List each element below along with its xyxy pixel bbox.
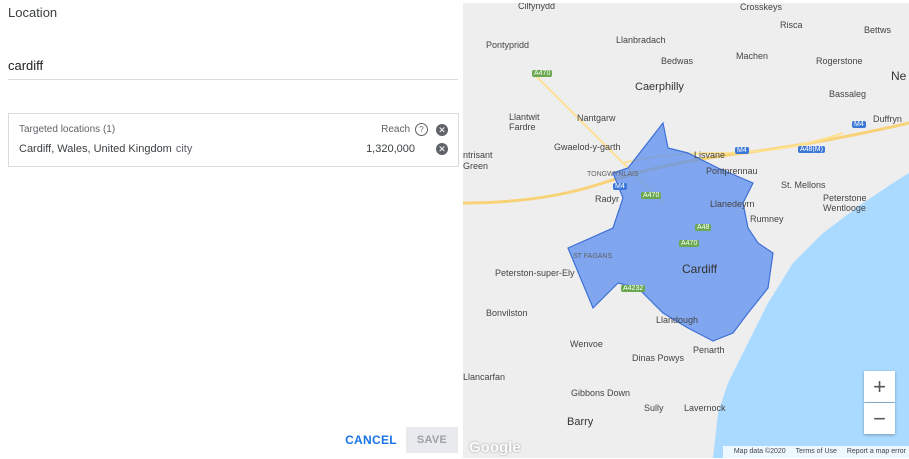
- map-label: Rogerstone: [816, 56, 863, 66]
- map-label: Nantgarw: [577, 113, 616, 123]
- cancel-button[interactable]: CANCEL: [342, 427, 400, 453]
- map-label: ntrisant Green: [463, 150, 493, 171]
- map-label: Peterston-super-Ely: [495, 268, 575, 278]
- map-label: Duffryn: [873, 114, 902, 124]
- zoom-in-button[interactable]: +: [864, 371, 895, 402]
- road-badge: A470: [641, 192, 662, 199]
- map-label: Gibbons Down: [571, 388, 631, 398]
- location-search-input[interactable]: cardiff: [8, 56, 458, 80]
- targeted-locations-panel: Targeted locations (1) Reach ? ✕ Cardiff…: [8, 113, 459, 167]
- save-button[interactable]: SAVE: [406, 427, 458, 453]
- road-badge: A48(M): [798, 146, 825, 153]
- map-data-label: Map data ©2020: [733, 448, 786, 455]
- map-label: Penarth: [693, 345, 725, 355]
- remove-location-icon[interactable]: ✕: [436, 143, 448, 155]
- map-label: Lavernock: [684, 403, 726, 413]
- map-label: Radyr: [595, 194, 620, 204]
- map-label: Bettws: [864, 25, 892, 35]
- map-label: Barry: [567, 416, 594, 428]
- road-badge: M4: [852, 121, 866, 128]
- map-label: Llandough: [656, 315, 699, 325]
- google-logo: Google: [469, 439, 521, 456]
- location-label: Location: [8, 5, 58, 20]
- targeted-header-row: Targeted locations (1) Reach ? ✕: [19, 123, 448, 138]
- map-label: Pontprennau: [706, 166, 758, 176]
- zoom-out-button[interactable]: −: [864, 403, 895, 434]
- road-badge: A4232: [621, 285, 646, 292]
- map-label: Ne: [891, 69, 907, 83]
- map-label: Sully: [644, 403, 664, 413]
- road-badge: A48: [695, 224, 712, 231]
- map-label: Llantwit Fardre: [509, 112, 540, 132]
- map-label: Bedwas: [661, 56, 694, 66]
- targeted-location-row: Cardiff, Wales, United Kingdom city 1,320…: [19, 143, 448, 157]
- targeted-header: Targeted locations (1): [19, 124, 116, 135]
- location-panel: Location cardiff Targeted locations (1) …: [0, 0, 463, 459]
- map-label: ST FAGANS: [573, 253, 613, 260]
- map-label: Cilfynydd: [518, 3, 556, 11]
- map-label: Llanbradach: [616, 35, 666, 45]
- road-badge: A470: [532, 70, 553, 77]
- map-label: Dinas Powys: [632, 353, 685, 363]
- map-label: Caerphilly: [635, 81, 684, 93]
- report-error-link[interactable]: Report a map error: [847, 448, 906, 455]
- location-reach: 1,320,000: [366, 143, 415, 155]
- map-label: Rumney: [750, 214, 784, 224]
- map-view[interactable]: Cilfynydd Crosskeys Risca Bettws Pontypr…: [463, 3, 909, 458]
- map-label: Lisvane: [694, 150, 726, 160]
- help-icon[interactable]: ?: [415, 123, 428, 136]
- map-label: Crosskeys: [740, 3, 783, 12]
- map-label: Cardiff: [682, 262, 718, 276]
- terms-link[interactable]: Terms of Use: [796, 448, 837, 455]
- road-badge: M4: [735, 147, 749, 154]
- map-canvas: [463, 72, 909, 458]
- map-label: Peterstone Wentlooge: [823, 193, 867, 213]
- map-footer: Map data ©2020 Terms of Use Report a map…: [722, 446, 909, 458]
- map-label: Machen: [736, 51, 769, 61]
- map-label: St. Mellons: [781, 180, 826, 190]
- reach-label: Reach: [381, 124, 410, 135]
- map-label: Llanedeyrn: [710, 199, 755, 209]
- search-value: cardiff: [8, 58, 44, 73]
- map-label: Wenvoe: [570, 339, 603, 349]
- map-label: Bonvilston: [486, 308, 528, 318]
- remove-all-icon[interactable]: ✕: [436, 124, 448, 136]
- map-label: Bassaleg: [829, 89, 867, 99]
- road-badge: M4: [613, 183, 627, 190]
- road-badge: A470: [679, 240, 700, 247]
- map-label: Risca: [780, 20, 803, 30]
- map-label: Pontypridd: [486, 40, 530, 50]
- location-name: Cardiff, Wales, United Kingdom: [19, 143, 172, 155]
- map-label: Gwaelod-y-garth: [554, 142, 621, 152]
- map-label: Llancarfan: [463, 372, 506, 382]
- map-label: TONGWYNLAIS: [587, 171, 639, 178]
- cardiff-boundary: [567, 121, 774, 342]
- location-type: city: [175, 143, 193, 155]
